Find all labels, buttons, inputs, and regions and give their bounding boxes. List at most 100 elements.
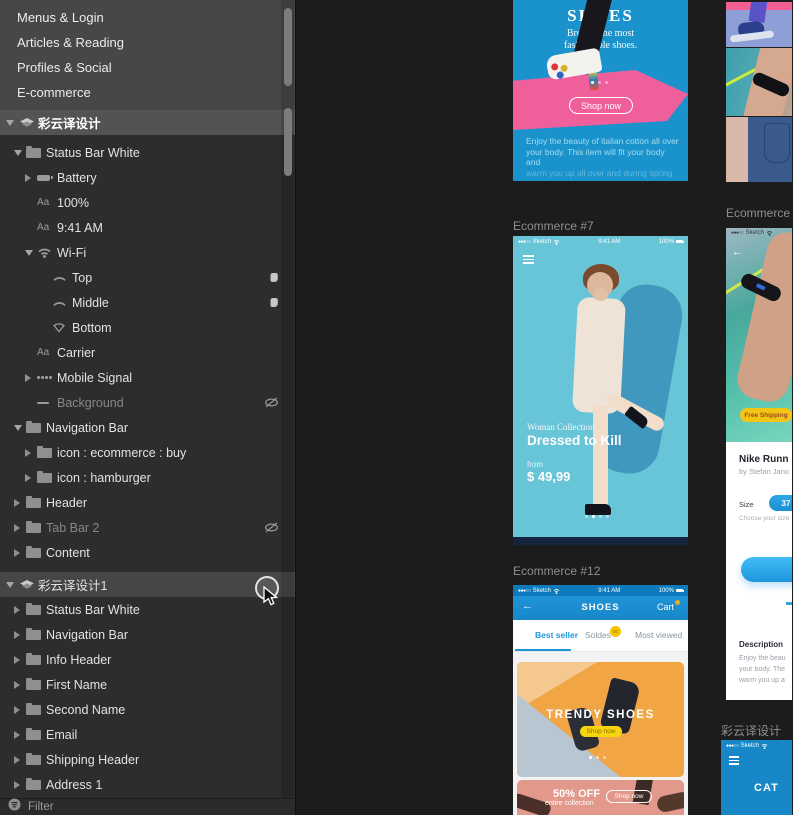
triangle-collapsed-icon[interactable] xyxy=(25,374,37,382)
artboard-nike-product[interactable]: ●●●○○ Sketch ← Free Shipping Nike Runn b… xyxy=(726,228,792,700)
hamburger-icon xyxy=(729,756,739,767)
layer-row[interactable]: Aa100% xyxy=(0,190,295,215)
scrollbar-track[interactable] xyxy=(281,0,294,798)
artboard-ecommerce-7[interactable]: ●●●○○ Sketch 9:41 AM 100% Woman Collecti… xyxy=(513,236,688,545)
layer-row[interactable]: Bottom xyxy=(0,315,295,340)
nav-bar: ← SHOES Cart xyxy=(513,596,688,620)
folder-icon xyxy=(26,780,46,790)
text-style-icon: Aa xyxy=(37,222,57,233)
layer-row[interactable]: Second Name xyxy=(0,697,295,722)
layer-row[interactable]: 彩云译设计1 xyxy=(0,572,295,597)
triangle-collapsed-icon[interactable] xyxy=(14,706,26,714)
triangle-open-icon[interactable] xyxy=(14,425,26,431)
mask-icon xyxy=(269,272,279,283)
filter-bar[interactable]: Filter xyxy=(0,798,295,815)
triangle-collapsed-icon[interactable] xyxy=(14,524,26,532)
layer-row[interactable]: First Name xyxy=(0,672,295,697)
layer-row[interactable]: Status Bar White xyxy=(0,140,295,165)
status-bar: ●●●○○ Sketch xyxy=(726,228,792,238)
artboard-label[interactable]: 彩云译设计 xyxy=(721,722,781,739)
scrollbar-thumb[interactable] xyxy=(284,8,292,86)
artboard-row-selected[interactable]: 彩云译设计 xyxy=(0,110,295,135)
triangle-collapsed-icon[interactable] xyxy=(14,731,26,739)
cart-link: Cart xyxy=(657,602,674,612)
layer-row[interactable]: Battery xyxy=(0,165,295,190)
artboard-photo-tiles[interactable]: AC xyxy=(726,0,792,182)
layer-row[interactable]: Wi-Fi xyxy=(0,240,295,265)
triangle-collapsed-icon[interactable] xyxy=(14,681,26,689)
layer-row[interactable]: Shipping Header xyxy=(0,747,295,772)
shoe-illustration xyxy=(656,791,684,814)
layer-row[interactable]: Content xyxy=(0,540,295,565)
triangle-open-icon[interactable] xyxy=(14,150,26,156)
layer-row[interactable]: Background xyxy=(0,390,295,415)
layer-row[interactable]: Header xyxy=(0,490,295,515)
layer-row[interactable]: Mobile Signal xyxy=(0,365,295,390)
hidden-eye-icon[interactable] xyxy=(264,397,279,408)
layer-row[interactable]: Navigation Bar xyxy=(0,622,295,647)
folder-icon xyxy=(26,630,46,640)
carousel-dots xyxy=(585,515,609,518)
page-item[interactable]: E-commerce xyxy=(0,80,295,105)
triangle-collapsed-icon[interactable] xyxy=(14,631,26,639)
triangle-collapsed-icon[interactable] xyxy=(25,174,37,182)
layer-label: icon : hamburger xyxy=(57,471,151,485)
artboard-label[interactable]: Ecommerce xyxy=(726,206,790,220)
triangle-collapsed-icon[interactable] xyxy=(14,549,26,557)
artboard-ecommerce-12[interactable]: ●●●○○ Sketch 9:41 AM 100% ← SHOES Cart B… xyxy=(513,585,688,815)
triangle-open-icon[interactable] xyxy=(6,582,18,588)
layer-row[interactable]: Navigation Bar xyxy=(0,415,295,440)
artboard-icon xyxy=(18,578,38,591)
carousel-dots xyxy=(591,81,608,84)
artboard-icon xyxy=(18,116,38,129)
tile-skateboard xyxy=(726,2,792,47)
triangle-collapsed-icon[interactable] xyxy=(14,656,26,664)
triangle-open-icon[interactable] xyxy=(25,250,37,256)
layer-row[interactable]: Info Header xyxy=(0,647,295,672)
folder-icon xyxy=(26,605,46,615)
folder-icon xyxy=(26,548,46,558)
layer-label: Wi-Fi xyxy=(57,246,86,260)
status-bar: ●●●○○ Sketch xyxy=(721,740,792,751)
layer-label: Header xyxy=(46,496,87,510)
hidden-eye-icon[interactable] xyxy=(264,522,279,533)
triangle-collapsed-icon[interactable] xyxy=(14,606,26,614)
layer-row[interactable]: Tab Bar 2 xyxy=(0,515,295,540)
layer-label: 100% xyxy=(57,196,89,210)
artboard-label[interactable]: Ecommerce #7 xyxy=(513,219,594,233)
triangle-collapsed-icon[interactable] xyxy=(25,474,37,482)
page-item[interactable]: Menus & Login xyxy=(0,5,295,30)
triangle-open-icon[interactable] xyxy=(6,120,18,126)
layer-row[interactable]: Top xyxy=(0,265,295,290)
triangle-collapsed-icon[interactable] xyxy=(14,756,26,764)
artboard-label[interactable]: Ecommerce #12 xyxy=(513,564,600,578)
artboard-shoes-hero[interactable]: SHOES Browse the most fashionable shoes.… xyxy=(513,0,688,181)
sketch-window: Menus & LoginArticles & ReadingProfiles … xyxy=(0,0,793,815)
layer-row[interactable]: icon : ecommerce : buy xyxy=(0,440,295,465)
size-value-pill: 37 xyxy=(769,495,792,511)
folder-icon xyxy=(26,523,46,533)
canvas[interactable]: SHOES Browse the most fashionable shoes.… xyxy=(296,0,792,815)
hero-body-text: Enjoy the beauty of italian cotton all o… xyxy=(526,136,681,178)
artboard-categories[interactable]: ●●●○○ Sketch CAT xyxy=(721,740,792,815)
layer-row[interactable]: Middle xyxy=(0,290,295,315)
layer-row[interactable]: Email xyxy=(0,722,295,747)
layer-label: Middle xyxy=(72,296,109,310)
triangle-collapsed-icon[interactable] xyxy=(25,449,37,457)
folder-icon xyxy=(26,148,46,158)
layer-row[interactable]: Aa9:41 AM xyxy=(0,215,295,240)
triangle-collapsed-icon[interactable] xyxy=(14,781,26,789)
layer-row[interactable]: Status Bar White xyxy=(0,597,295,622)
from-label: from xyxy=(527,460,543,469)
triangle-collapsed-icon[interactable] xyxy=(14,499,26,507)
layer-row[interactable]: Address 1 xyxy=(0,772,295,797)
layer-row[interactable]: icon : hamburger xyxy=(0,465,295,490)
layer-label: 彩云译设计1 xyxy=(38,575,107,594)
page-item[interactable]: Articles & Reading xyxy=(0,30,295,55)
card-title: TRENDY SHOES xyxy=(517,709,684,721)
folder-icon xyxy=(26,423,46,433)
scrollbar-thumb[interactable] xyxy=(284,108,292,176)
page-item[interactable]: Profiles & Social xyxy=(0,55,295,80)
layer-row[interactable]: AaCarrier xyxy=(0,340,295,365)
status-bar: ●●●○○ Sketch 9:41 AM 100% xyxy=(513,585,688,596)
